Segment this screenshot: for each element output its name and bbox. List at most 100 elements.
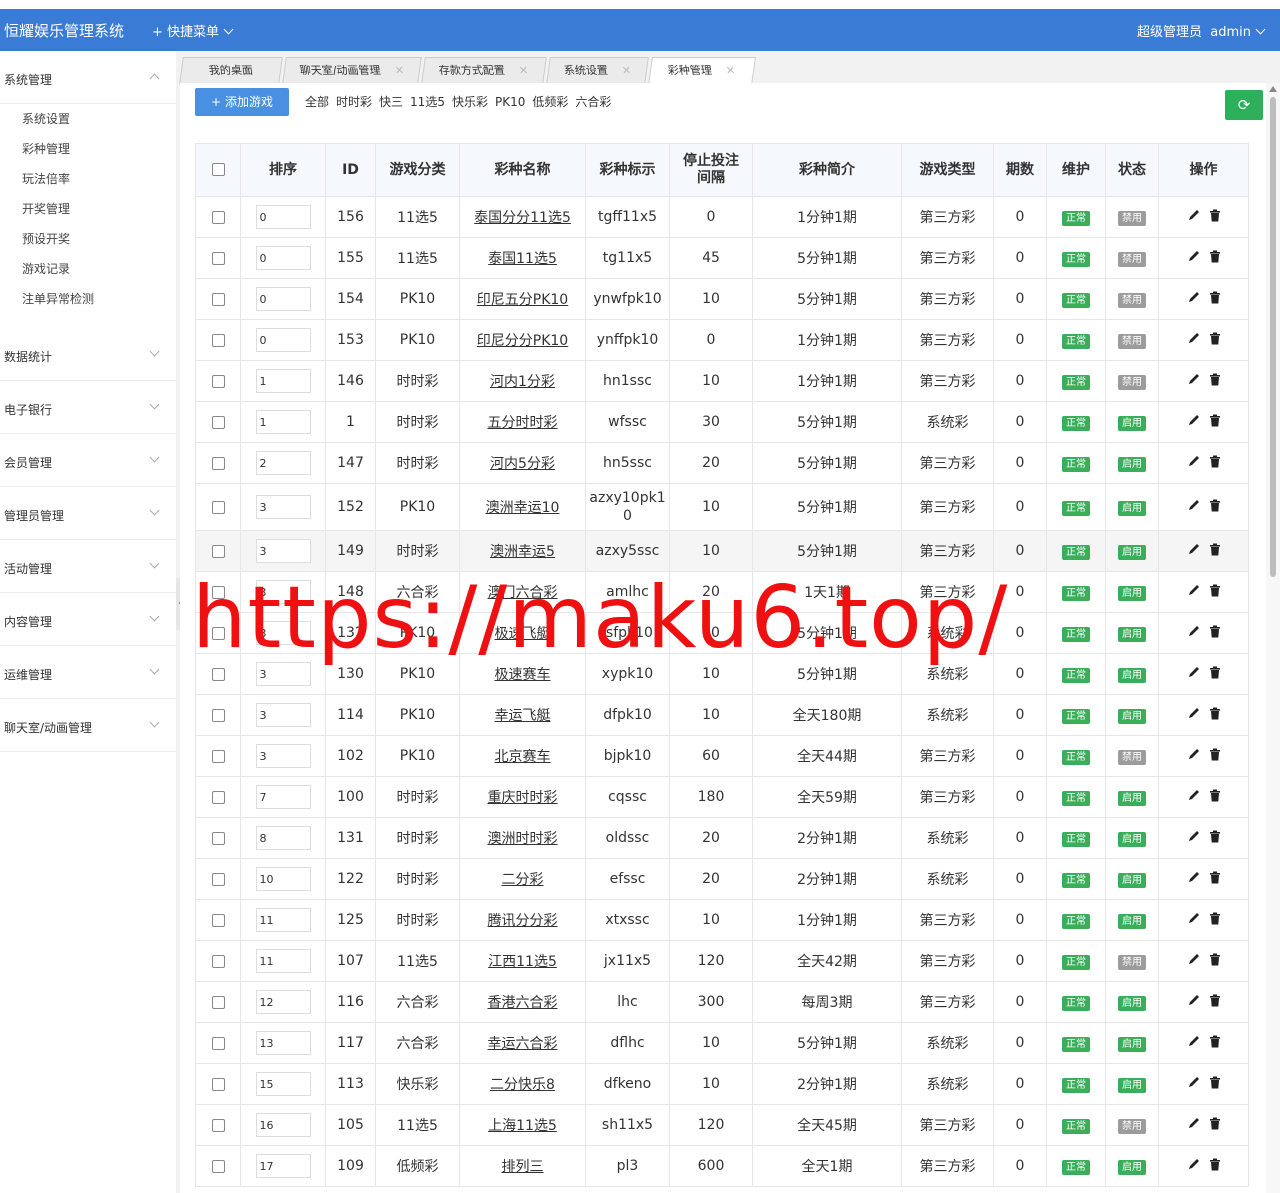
lottery-name-link[interactable]: 印尼分分PK10 xyxy=(477,333,568,349)
status-badge[interactable]: 启用 xyxy=(1118,790,1146,806)
status-badge[interactable]: 启用 xyxy=(1118,831,1146,847)
lottery-name-link[interactable]: 江西11选5 xyxy=(488,954,557,970)
tab[interactable]: 聊天室/动画管理 ✕ xyxy=(282,57,422,84)
row-checkbox[interactable] xyxy=(211,415,225,429)
status-badge[interactable]: 禁用 xyxy=(1118,374,1146,390)
trash-icon[interactable] xyxy=(1209,414,1221,431)
status-badge[interactable]: 启用 xyxy=(1118,1036,1146,1052)
sidebar-item[interactable]: 彩种管理 xyxy=(0,134,176,164)
sidebar-group[interactable]: 内容管理 xyxy=(0,593,176,646)
sidebar-item[interactable]: 注单异常检测 xyxy=(0,284,176,314)
lottery-name-link[interactable]: 二分快乐8 xyxy=(490,1077,555,1093)
sidebar-group[interactable]: 管理员管理 xyxy=(0,487,176,540)
edit-icon[interactable] xyxy=(1187,911,1201,929)
maintenance-badge[interactable]: 正常 xyxy=(1062,251,1090,267)
lottery-name-link[interactable]: 腾讯分分彩 xyxy=(488,913,558,929)
maintenance-badge[interactable]: 正常 xyxy=(1062,913,1090,929)
close-icon[interactable]: ✕ xyxy=(620,58,633,84)
maintenance-badge[interactable]: 正常 xyxy=(1062,954,1090,970)
edit-icon[interactable] xyxy=(1187,993,1201,1011)
sidebar-group[interactable]: 聊天室/动画管理 xyxy=(0,699,176,752)
sort-input[interactable] xyxy=(255,744,311,768)
maintenance-badge[interactable]: 正常 xyxy=(1062,585,1090,601)
trash-icon[interactable] xyxy=(1209,291,1221,308)
trash-icon[interactable] xyxy=(1209,748,1221,765)
status-badge[interactable]: 启用 xyxy=(1118,415,1146,431)
trash-icon[interactable] xyxy=(1209,209,1221,226)
status-badge[interactable]: 启用 xyxy=(1118,995,1146,1011)
sidebar-group[interactable]: 活动管理 xyxy=(0,540,176,593)
lottery-name-link[interactable]: 澳洲时时彩 xyxy=(488,831,558,847)
edit-icon[interactable] xyxy=(1187,788,1201,806)
sort-input[interactable] xyxy=(255,1031,311,1055)
lottery-name-link[interactable]: 印尼五分PK10 xyxy=(477,292,568,308)
trash-icon[interactable] xyxy=(1209,830,1221,847)
sort-input[interactable] xyxy=(255,328,311,352)
status-badge[interactable]: 禁用 xyxy=(1118,292,1146,308)
trash-icon[interactable] xyxy=(1209,871,1221,888)
status-badge[interactable]: 启用 xyxy=(1118,1077,1146,1093)
edit-icon[interactable] xyxy=(1187,208,1201,226)
sidebar-group-system[interactable]: 系统管理 xyxy=(0,51,176,104)
quick-menu-button[interactable]: + 快捷菜单 xyxy=(152,21,234,40)
maintenance-badge[interactable]: 正常 xyxy=(1062,544,1090,560)
edit-icon[interactable] xyxy=(1187,498,1201,516)
sort-input[interactable] xyxy=(255,990,311,1014)
status-badge[interactable]: 启用 xyxy=(1118,872,1146,888)
status-badge[interactable]: 禁用 xyxy=(1118,954,1146,970)
sort-input[interactable] xyxy=(255,1154,311,1178)
row-checkbox[interactable] xyxy=(211,913,225,927)
trash-icon[interactable] xyxy=(1209,1158,1221,1175)
trash-icon[interactable] xyxy=(1209,455,1221,472)
maintenance-badge[interactable]: 正常 xyxy=(1062,831,1090,847)
row-checkbox[interactable] xyxy=(211,500,225,514)
scrollbar-thumb[interactable] xyxy=(1270,97,1276,577)
status-badge[interactable]: 启用 xyxy=(1118,1159,1146,1175)
maintenance-badge[interactable]: 正常 xyxy=(1062,1036,1090,1052)
sort-input[interactable] xyxy=(255,703,311,727)
status-badge[interactable]: 启用 xyxy=(1118,585,1146,601)
category-filter[interactable]: 11选5 xyxy=(410,95,445,109)
status-badge[interactable]: 禁用 xyxy=(1118,749,1146,765)
maintenance-badge[interactable]: 正常 xyxy=(1062,333,1090,349)
trash-icon[interactable] xyxy=(1209,707,1221,724)
maintenance-badge[interactable]: 正常 xyxy=(1062,500,1090,516)
edit-icon[interactable] xyxy=(1187,331,1201,349)
row-checkbox[interactable] xyxy=(211,333,225,347)
edit-icon[interactable] xyxy=(1187,454,1201,472)
trash-icon[interactable] xyxy=(1209,1076,1221,1093)
lottery-name-link[interactable]: 重庆时时彩 xyxy=(488,790,558,806)
trash-icon[interactable] xyxy=(1209,332,1221,349)
category-filter[interactable]: PK10 xyxy=(495,95,525,109)
edit-icon[interactable] xyxy=(1187,829,1201,847)
lottery-name-link[interactable]: 澳洲幸运5 xyxy=(490,544,555,560)
maintenance-badge[interactable]: 正常 xyxy=(1062,1118,1090,1134)
lottery-name-link[interactable]: 五分时时彩 xyxy=(488,415,558,431)
row-checkbox[interactable] xyxy=(211,210,225,224)
maintenance-badge[interactable]: 正常 xyxy=(1062,667,1090,683)
sort-input[interactable] xyxy=(255,826,311,850)
lottery-name-link[interactable]: 幸运飞艇 xyxy=(495,708,551,724)
tab[interactable]: 存款方式配置 ✕ xyxy=(421,57,547,84)
sort-input[interactable] xyxy=(255,410,311,434)
status-badge[interactable]: 禁用 xyxy=(1118,1118,1146,1134)
status-badge[interactable]: 启用 xyxy=(1118,913,1146,929)
trash-icon[interactable] xyxy=(1209,250,1221,267)
lottery-name-link[interactable]: 上海11选5 xyxy=(488,1118,557,1134)
row-checkbox[interactable] xyxy=(211,1159,225,1173)
maintenance-badge[interactable]: 正常 xyxy=(1062,292,1090,308)
status-badge[interactable]: 禁用 xyxy=(1118,333,1146,349)
sidebar-group[interactable]: 电子银行 xyxy=(0,381,176,434)
row-checkbox[interactable] xyxy=(211,1077,225,1091)
edit-icon[interactable] xyxy=(1187,624,1201,642)
sort-input[interactable] xyxy=(255,949,311,973)
lottery-name-link[interactable]: 北京赛车 xyxy=(495,749,551,765)
status-badge[interactable]: 启用 xyxy=(1118,626,1146,642)
status-badge[interactable]: 禁用 xyxy=(1118,210,1146,226)
sidebar-item[interactable]: 玩法倍率 xyxy=(0,164,176,194)
tab[interactable]: 我的桌面 xyxy=(179,57,283,84)
maintenance-badge[interactable]: 正常 xyxy=(1062,708,1090,724)
sort-input[interactable] xyxy=(255,205,311,229)
maintenance-badge[interactable]: 正常 xyxy=(1062,210,1090,226)
row-checkbox[interactable] xyxy=(211,251,225,265)
